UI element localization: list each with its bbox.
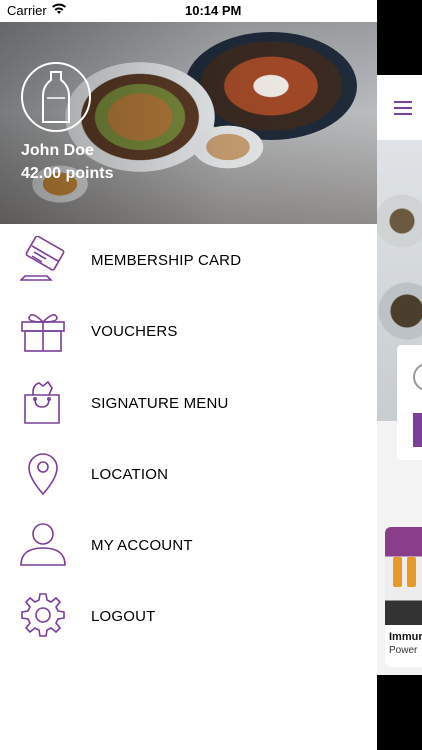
status-time: 10:14 PM <box>185 3 242 18</box>
menu-label-location: LOCATION <box>91 465 169 483</box>
menu-label-membership-card: MEMBERSHIP CARD <box>91 252 242 269</box>
avatar[interactable] <box>21 62 91 132</box>
menu-item-vouchers[interactable]: VOUCHERS <box>0 295 377 366</box>
membership-card-icon <box>20 236 65 281</box>
carrier-label: Carrier <box>7 3 47 18</box>
menu-label-signature-menu: SIGNATURE MENU <box>91 394 229 412</box>
background-card-button[interactable] <box>413 413 422 447</box>
menu-item-signature-menu[interactable]: SIGNATURE MENU <box>0 367 377 438</box>
bottle-icon <box>42 71 70 123</box>
menu-label-logout: LOGOUT <box>91 608 156 626</box>
background-app-screen[interactable]: Immur Power <box>377 75 422 675</box>
profile-header: John Doe 42.00 points <box>0 22 377 224</box>
drawer-menu: MEMBERSHIP CARD VOUCHERS SIGNATURE MENU … <box>0 224 377 652</box>
menu-item-membership-card[interactable]: MEMBERSHIP CARD <box>0 224 377 295</box>
status-bar: Carrier 10:14 PM <box>0 0 422 22</box>
product-title: Immur <box>389 631 422 643</box>
menu-label-vouchers: VOUCHERS <box>91 323 178 341</box>
menu-item-location[interactable]: LOCATION <box>0 438 377 509</box>
background-product-tile[interactable]: Immur Power <box>385 527 422 667</box>
menu-item-my-account[interactable]: MY ACCOUNT <box>0 509 377 580</box>
user-name: John Doe <box>21 142 94 159</box>
wifi-icon <box>52 3 66 14</box>
menu-label-my-account: MY ACCOUNT <box>91 537 193 555</box>
menu-item-logout[interactable]: LOGOUT <box>0 580 377 651</box>
gear-icon <box>21 593 65 638</box>
gift-icon <box>21 314 65 353</box>
user-points: 42.00 points <box>21 165 114 182</box>
hamburger-menu-icon[interactable] <box>394 101 412 119</box>
product-image <box>385 527 422 625</box>
shopping-bag-icon <box>24 380 60 424</box>
product-subtitle: Power <box>389 645 418 656</box>
user-icon <box>20 523 66 566</box>
location-pin-icon <box>28 453 58 496</box>
navigation-drawer: John Doe 42.00 points MEMBERSHIP CARD VO… <box>0 0 377 750</box>
